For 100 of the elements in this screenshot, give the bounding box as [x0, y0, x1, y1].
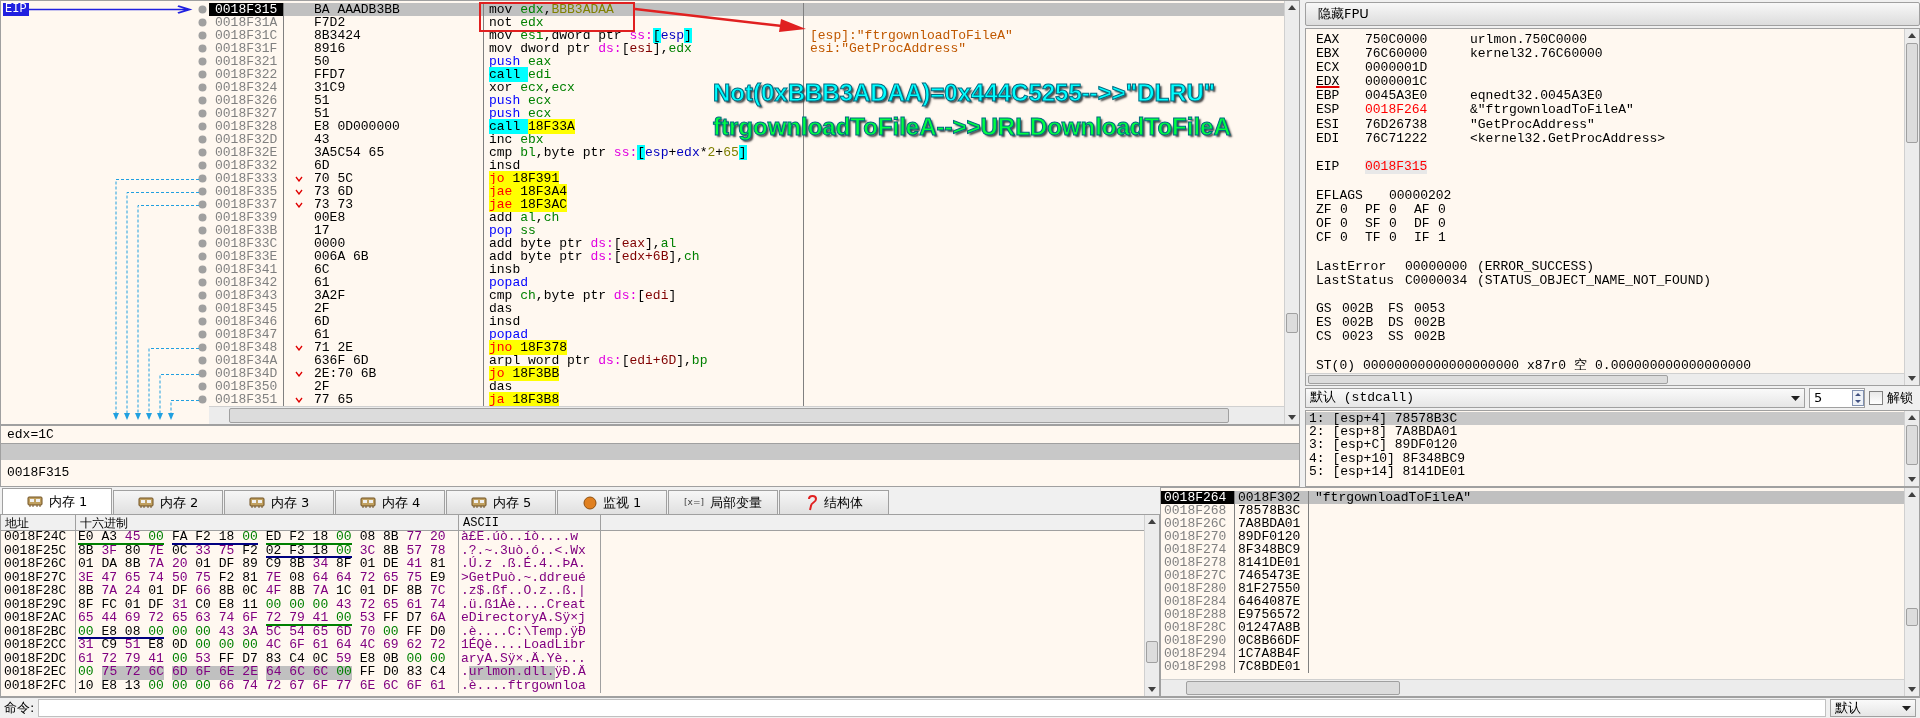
flag-value[interactable]: 0 — [1340, 216, 1348, 232]
scroll-thumb[interactable] — [1906, 42, 1918, 143]
argument-row[interactable]: 1: [esp+4] 78578B3C — [1306, 412, 1904, 426]
argument-row[interactable]: 2: [esp+8] 7A8BDA01 — [1306, 425, 1904, 439]
memory-tab[interactable]: 内存 1 — [2, 488, 112, 514]
argument-count-spinner[interactable]: 5 — [1809, 388, 1865, 408]
flag-value[interactable]: 0 — [1389, 202, 1397, 217]
scroll-thumb[interactable] — [1186, 681, 1400, 695]
breakpoint-dot-icon[interactable] — [198, 187, 207, 196]
breakpoint-dot-icon[interactable] — [198, 382, 207, 391]
scroll-thumb[interactable] — [1308, 375, 1668, 384]
register-value[interactable]: 00000000000000000000 — [1363, 358, 1520, 373]
scroll-down-icon[interactable] — [1288, 415, 1296, 421]
scroll-up-icon[interactable] — [1908, 491, 1916, 497]
scroll-thumb[interactable] — [1906, 425, 1918, 465]
column-header[interactable]: 十六进制 — [76, 515, 459, 530]
breakpoint-dot-icon[interactable] — [198, 109, 207, 118]
calling-convention-dropdown[interactable]: 默认 (stdcall) — [1305, 388, 1805, 408]
segment-value[interactable]: 002B — [1342, 302, 1374, 317]
scroll-up-icon[interactable] — [1908, 31, 1916, 38]
breakpoint-dot-icon[interactable] — [198, 356, 207, 365]
horizontal-scrollbar[interactable] — [1161, 679, 1904, 696]
vertical-scrollbar[interactable] — [1144, 515, 1159, 696]
scroll-up-icon[interactable] — [1288, 4, 1296, 10]
register-value[interactable]: 76D26738 — [1365, 117, 1470, 132]
unlock-checkbox[interactable] — [1869, 391, 1883, 405]
breakpoint-dot-icon[interactable] — [198, 343, 207, 352]
column-header[interactable]: 地址 — [1, 515, 76, 530]
breakpoint-dot-icon[interactable] — [198, 304, 207, 313]
breakpoint-dot-icon[interactable] — [198, 161, 207, 170]
breakpoint-dot-icon[interactable] — [198, 122, 207, 131]
breakpoint-dot-icon[interactable] — [198, 174, 207, 183]
breakpoint-dot-icon[interactable] — [198, 252, 207, 261]
breakpoint-dot-icon[interactable] — [198, 317, 207, 326]
memory-tab[interactable]: 内存 4 — [335, 490, 445, 514]
scroll-up-icon[interactable] — [1148, 518, 1156, 524]
breakpoint-dot-icon[interactable] — [198, 330, 207, 339]
memory-tab[interactable]: [x=] 局部变量 — [668, 490, 778, 514]
vertical-scrollbar[interactable] — [1904, 488, 1919, 696]
register-value[interactable]: 0000001C — [1365, 75, 1470, 90]
breakpoint-dot-icon[interactable] — [198, 395, 207, 404]
flag-value[interactable]: 0 — [1340, 231, 1348, 246]
breakpoint-dot-icon[interactable] — [198, 83, 207, 92]
breakpoint-dot-icon[interactable] — [198, 265, 207, 274]
breakpoint-dot-icon[interactable] — [198, 213, 207, 222]
flag-value[interactable]: 0 — [1389, 231, 1397, 246]
breakpoint-dot-icon[interactable] — [198, 369, 207, 378]
memory-tab[interactable]: 监视 1 — [557, 490, 667, 514]
horizontal-scrollbar[interactable] — [1306, 373, 1904, 385]
argument-row[interactable]: 4: [esp+10] 8F348BC9 — [1306, 451, 1904, 465]
register-value[interactable]: 00000202 — [1389, 188, 1452, 203]
register-value[interactable]: 76C71222 — [1365, 131, 1470, 146]
vertical-scrollbar[interactable] — [1904, 28, 1919, 385]
breakpoint-dot-icon[interactable] — [198, 5, 207, 14]
breakpoint-dot-icon[interactable] — [198, 226, 207, 235]
breakpoint-dot-icon[interactable] — [198, 96, 207, 105]
scroll-thumb[interactable] — [1146, 641, 1158, 663]
scroll-down-icon[interactable] — [1908, 687, 1916, 693]
breakpoint-dot-icon[interactable] — [198, 44, 207, 53]
vertical-scrollbar[interactable] — [1284, 1, 1299, 424]
breakpoint-dot-icon[interactable] — [198, 148, 207, 157]
register-value[interactable]: 76C60000 — [1365, 46, 1470, 61]
horizontal-scrollbar[interactable] — [209, 406, 1284, 424]
argument-row[interactable]: 5: [esp+14] 8141DE01 — [1306, 464, 1904, 478]
breakpoint-dot-icon[interactable] — [198, 31, 207, 40]
vertical-scrollbar[interactable] — [1904, 411, 1919, 486]
breakpoint-dot-icon[interactable] — [198, 70, 207, 79]
segment-value[interactable]: 002B — [1342, 316, 1374, 331]
breakpoint-dot-icon[interactable] — [198, 239, 207, 248]
breakpoint-dot-icon[interactable] — [198, 200, 207, 209]
argument-row[interactable]: 3: [esp+C] 89DF0120 — [1306, 438, 1904, 452]
segment-value[interactable]: 0053 — [1414, 302, 1446, 317]
segment-value[interactable]: 002B — [1414, 330, 1446, 345]
register-value[interactable]: 0000001D — [1365, 60, 1470, 76]
breakpoint-dot-icon[interactable] — [198, 57, 207, 66]
scroll-thumb[interactable] — [1286, 313, 1298, 333]
breakpoint-dot-icon[interactable] — [198, 135, 207, 144]
scroll-down-icon[interactable] — [1148, 687, 1156, 693]
hide-fpu-button[interactable]: 隐藏FPU — [1305, 2, 1920, 26]
memory-tab[interactable]: 内存 2 — [113, 490, 223, 514]
command-input[interactable] — [38, 699, 1826, 717]
memory-tab[interactable]: 内存 5 — [446, 490, 556, 514]
flag-value[interactable]: 0 — [1438, 216, 1446, 232]
flag-value[interactable]: 0 — [1340, 202, 1348, 217]
column-header[interactable]: ASCII — [459, 515, 601, 530]
breakpoint-dot-icon[interactable] — [198, 278, 207, 287]
segment-value[interactable]: 0023 — [1342, 330, 1374, 345]
register-value[interactable]: 0045A3E0 — [1365, 89, 1470, 104]
flag-value[interactable]: 0 — [1389, 216, 1397, 232]
segment-value[interactable]: 002B — [1414, 316, 1446, 331]
scroll-down-icon[interactable] — [1908, 477, 1916, 483]
memory-tab[interactable]: 结构体 — [779, 490, 889, 514]
scroll-up-icon[interactable] — [1908, 414, 1916, 420]
breakpoint-dot-icon[interactable] — [198, 291, 207, 300]
scroll-down-icon[interactable] — [1908, 376, 1916, 382]
mode-dropdown[interactable]: 默认 — [1830, 699, 1916, 717]
register-value[interactable]: 750C0000 — [1365, 32, 1470, 47]
flag-value[interactable]: 1 — [1438, 231, 1446, 246]
flag-value[interactable]: 0 — [1438, 202, 1446, 217]
register-value[interactable]: 0018F264 — [1365, 103, 1470, 118]
